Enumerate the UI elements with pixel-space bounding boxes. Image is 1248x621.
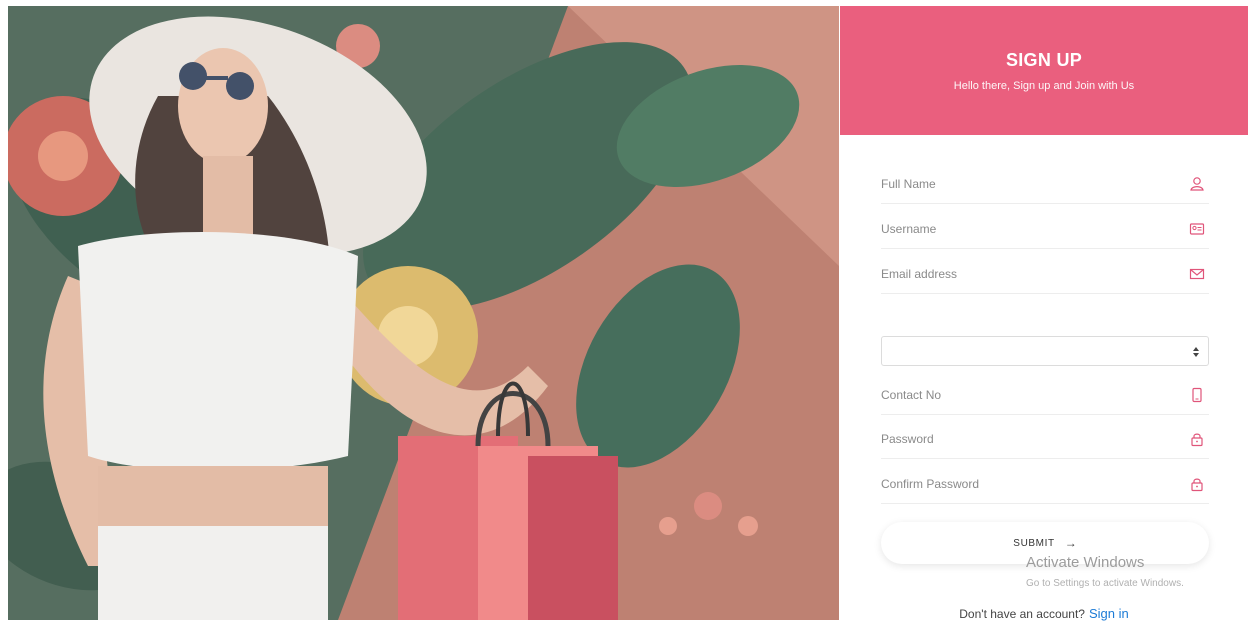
lock-icon (1191, 478, 1203, 492)
username-field (881, 212, 1209, 249)
hero-image (8, 6, 839, 620)
hero-illustration (8, 6, 839, 620)
signup-panel: SIGN UP Hello there, Sign up and Join wi… (840, 6, 1248, 621)
full-name-field (881, 167, 1209, 204)
arrow-right-icon: → (1064, 536, 1077, 550)
confirm-password-input[interactable] (881, 467, 1171, 501)
signin-prompt-text: Don't have an account? (959, 607, 1085, 621)
email-input[interactable] (881, 257, 1171, 291)
phone-icon (1192, 387, 1202, 403)
updown-arrows-icon (1193, 347, 1199, 357)
lock-icon (1191, 433, 1203, 447)
envelope-icon (1189, 268, 1205, 280)
username-input[interactable] (881, 212, 1171, 246)
signup-header: SIGN UP Hello there, Sign up and Join wi… (840, 6, 1248, 135)
contact-input[interactable] (881, 378, 1171, 412)
submit-label: SUBMIT (1013, 537, 1055, 549)
password-input[interactable] (881, 422, 1171, 456)
id-card-icon (1189, 223, 1205, 235)
full-name-input[interactable] (881, 167, 1171, 201)
activate-windows-watermark: Activate Windows (1026, 554, 1145, 571)
contact-field (881, 378, 1209, 415)
password-field (881, 422, 1209, 459)
signin-prompt: Don't have an account? Sign in (840, 606, 1248, 621)
page-title: SIGN UP (1005, 50, 1083, 70)
signin-link[interactable]: Sign in (1089, 606, 1129, 621)
confirm-password-field (881, 467, 1209, 504)
page-subtitle: Hello there, Sign up and Join with Us (953, 80, 1135, 92)
activate-windows-hint: Go to Settings to activate Windows. (1026, 578, 1184, 589)
select-dropdown[interactable] (881, 336, 1209, 366)
email-field (881, 257, 1209, 294)
user-icon (1190, 177, 1204, 191)
